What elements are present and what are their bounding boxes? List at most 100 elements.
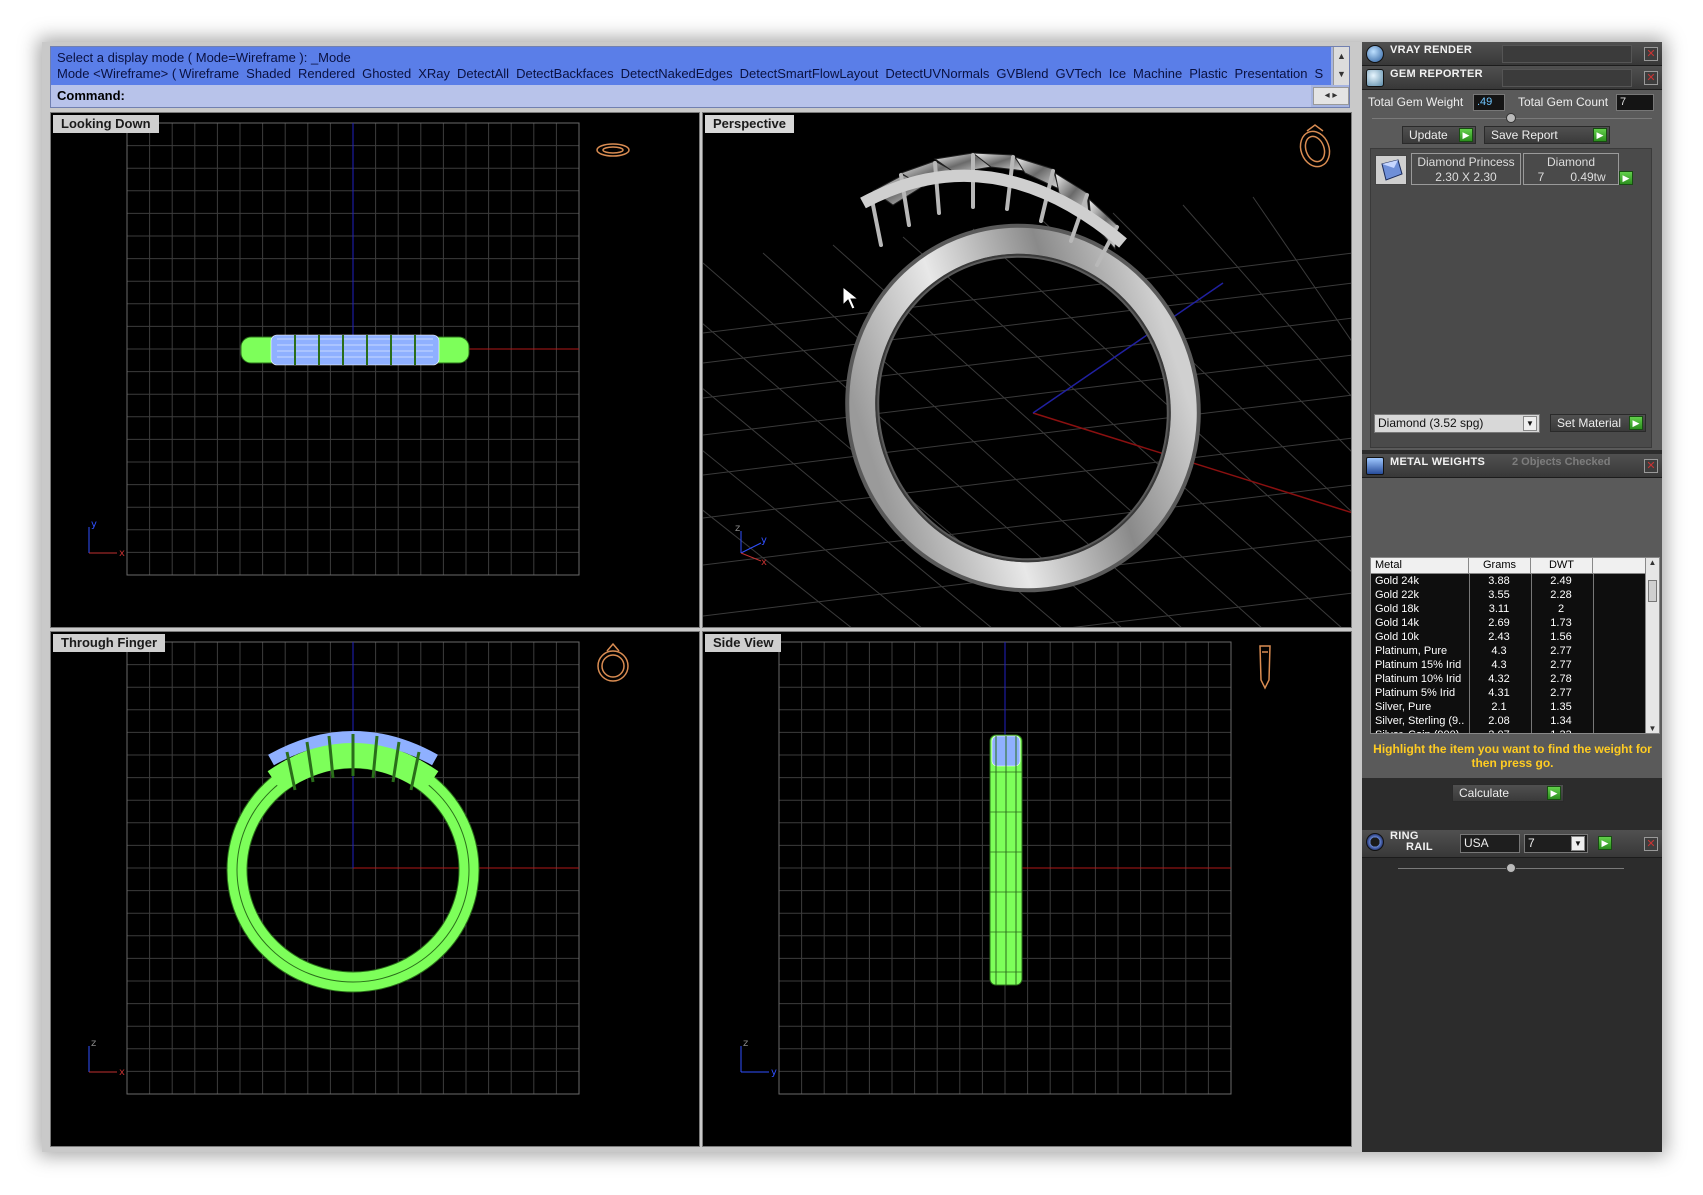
dwt-value: 1.35 <box>1550 701 1572 713</box>
metal-weights-header[interactable]: METAL WEIGHTS 2 Objects Checked ✕ <box>1362 454 1662 478</box>
table-row[interactable]: Platinum 15% Irid 4.3 2.77 <box>1371 658 1647 672</box>
chevron-down-icon[interactable]: ▼ <box>1571 836 1585 851</box>
mode-option-detectsmartflowlayout[interactable]: DetectSmartFlowLayout <box>740 66 879 81</box>
save-report-button[interactable]: Save Report ▶ <box>1484 126 1610 144</box>
table-row[interactable]: Gold 10k 2.43 1.56 <box>1371 630 1647 644</box>
scroll-down-icon[interactable]: ▼ <box>1334 65 1349 83</box>
dwt-value: 2.28 <box>1550 589 1572 601</box>
cell-divider <box>1593 728 1594 733</box>
scroll-thumb[interactable] <box>1648 580 1657 602</box>
mode-option-wireframe[interactable]: Wireframe <box>179 66 239 81</box>
history-scrollbar[interactable]: ▲ ▼ <box>1333 47 1349 85</box>
command-prompt-arrows[interactable]: ◂ ▸ <box>1313 87 1349 105</box>
viewport-title[interactable]: Through Finger <box>53 634 166 652</box>
table-row[interactable]: Platinum, Pure 4.3 2.77 <box>1371 644 1647 658</box>
total-gem-weight-value: .49 <box>1473 94 1505 111</box>
calculate-button[interactable]: Calculate ▶ <box>1452 784 1564 802</box>
svg-text:z: z <box>743 1038 748 1049</box>
viewport-looking-down[interactable]: Looking Down y x <box>50 112 700 628</box>
close-icon[interactable]: ✕ <box>1644 71 1658 85</box>
mode-option-rendered[interactable]: Rendered <box>298 66 355 81</box>
table-row[interactable]: Silver, Pure 2.1 1.35 <box>1371 700 1647 714</box>
viewport-top-canvas[interactable]: y x <box>51 113 700 628</box>
table-scrollbar[interactable]: ▲ ▼ <box>1645 558 1659 733</box>
cell-divider <box>1531 616 1532 630</box>
ring-rail-header[interactable]: RING RAIL USA 7 ▼ ▶ ✕ <box>1362 830 1662 858</box>
mode-option-machine[interactable]: Machine <box>1133 66 1182 81</box>
viewport-title[interactable]: Looking Down <box>53 115 159 133</box>
table-row[interactable]: Silver, Coin (900) 2.071.33 <box>1371 728 1647 733</box>
table-row[interactable]: Gold 18k 3.11 2 <box>1371 602 1647 616</box>
chevron-down-icon[interactable]: ▼ <box>1523 416 1537 431</box>
go-arrow-icon[interactable]: ▶ <box>1593 128 1607 142</box>
mode-option-detectall[interactable]: DetectAll <box>457 66 509 81</box>
mode-option-detectnakededges[interactable]: DetectNakedEdges <box>621 66 733 81</box>
table-row[interactable]: Platinum 5% Irid 4.31 2.77 <box>1371 686 1647 700</box>
viewport-side-view[interactable]: Side View z y <box>702 631 1352 1147</box>
column-header-dwt[interactable]: DWT <box>1531 558 1593 574</box>
mode-option-gvblend[interactable]: GVBlend <box>996 66 1048 81</box>
go-arrow-icon[interactable]: ▶ <box>1547 786 1561 800</box>
svg-text:y: y <box>771 1067 777 1078</box>
update-button[interactable]: Update ▶ <box>1402 126 1476 144</box>
slider-knob[interactable] <box>1506 113 1516 123</box>
metal-weights-table[interactable]: Metal Grams DWT Gold 24k 3.88 2.49 Gold 22k… <box>1370 557 1660 734</box>
table-row[interactable]: Platinum 10% Irid 4.32 2.78 <box>1371 672 1647 686</box>
grams-value: 4.3 <box>1491 645 1507 657</box>
ring-view-icon <box>1259 645 1271 690</box>
axis-indicator: z y <box>740 1038 777 1078</box>
material-select[interactable]: Diamond (3.52 spg) ▼ <box>1374 414 1540 433</box>
column-header-grams[interactable]: Grams <box>1469 558 1531 574</box>
gem-reporter-body: Total Gem Weight .49 Total Gem Count 7 U… <box>1362 90 1662 450</box>
scroll-up-icon[interactable]: ▲ <box>1334 47 1349 65</box>
mode-option-gvtech[interactable]: GVTech <box>1055 66 1101 81</box>
viewport-side-canvas[interactable]: z y <box>703 632 1352 1147</box>
scroll-down-icon[interactable]: ▼ <box>1646 724 1659 733</box>
go-arrow-icon[interactable]: ▶ <box>1459 128 1473 142</box>
close-icon[interactable]: ✕ <box>1644 47 1658 61</box>
table-row[interactable]: Silver, Sterling (9... 2.08 1.34 <box>1371 714 1647 728</box>
gem-reporter-header[interactable]: GEM REPORTER ✕ <box>1362 66 1662 90</box>
plugin-panel: VRAY RENDER ✕ GEM REPORTER ✕ Total Gem W… <box>1362 42 1662 1152</box>
viewport-perspective-canvas[interactable]: z y x <box>703 113 1352 628</box>
svg-text:z: z <box>91 1038 96 1049</box>
mode-option-ice[interactable]: Ice <box>1109 66 1126 81</box>
mode-option-detectbackfaces[interactable]: DetectBackfaces <box>516 66 614 81</box>
go-arrow-icon[interactable]: ▶ <box>1629 416 1643 430</box>
close-icon[interactable]: ✕ <box>1644 459 1658 473</box>
close-icon[interactable]: ✕ <box>1644 837 1658 851</box>
cell-divider <box>1469 630 1470 644</box>
go-arrow-icon[interactable]: ▶ <box>1598 836 1612 850</box>
vray-render-header[interactable]: VRAY RENDER ✕ <box>1362 42 1662 66</box>
scroll-up-icon[interactable]: ▲ <box>1646 558 1659 567</box>
mode-option-detectuvnormals[interactable]: DetectUVNormals <box>885 66 989 81</box>
mode-option-presentation[interactable]: Presentation <box>1234 66 1307 81</box>
gem-list[interactable]: Diamond Princess 2.30 X 2.30 Diamond 7 0… <box>1370 148 1652 448</box>
arrow-left-icon[interactable]: ◂ <box>1325 90 1330 101</box>
ring-size-select[interactable]: 7 ▼ <box>1524 834 1588 853</box>
command-area: Select a display mode ( Mode=Wireframe )… <box>50 46 1350 108</box>
viewport-perspective[interactable]: Perspective z y x <box>702 112 1352 628</box>
column-header-metal[interactable]: Metal <box>1371 558 1469 574</box>
mode-option-shaded[interactable]: Shaded <box>246 66 291 81</box>
table-row[interactable]: Gold 22k 3.55 2.28 <box>1371 588 1647 602</box>
ring-rail-slider-knob[interactable] <box>1506 863 1516 873</box>
gem-list-item[interactable]: Diamond Princess 2.30 X 2.30 Diamond 7 0… <box>1373 153 1649 187</box>
ring-size-country-field[interactable]: USA <box>1460 834 1520 853</box>
set-material-button[interactable]: Set Material ▶ <box>1550 414 1646 432</box>
table-row[interactable]: Gold 14k 2.69 1.73 <box>1371 616 1647 630</box>
update-label: Update <box>1409 128 1448 142</box>
mode-option-plastic[interactable]: Plastic <box>1189 66 1227 81</box>
mode-option-xray[interactable]: XRay <box>418 66 450 81</box>
viewport-front-canvas[interactable]: z x <box>51 632 700 1147</box>
metal-name: Platinum 5% Irid <box>1375 687 1456 699</box>
arrow-right-icon[interactable]: ▸ <box>1332 90 1337 101</box>
mode-option-ghosted[interactable]: Ghosted <box>362 66 411 81</box>
command-prompt[interactable]: Command: <box>51 85 1311 107</box>
table-row[interactable]: Gold 24k 3.88 2.49 <box>1371 574 1647 588</box>
viewport-title[interactable]: Side View <box>705 634 782 652</box>
go-arrow-icon[interactable]: ▶ <box>1619 171 1633 185</box>
viewport-through-finger[interactable]: Through Finger z x <box>50 631 700 1147</box>
mode-option-truncated[interactable]: S <box>1314 66 1323 81</box>
viewport-title[interactable]: Perspective <box>705 115 794 133</box>
